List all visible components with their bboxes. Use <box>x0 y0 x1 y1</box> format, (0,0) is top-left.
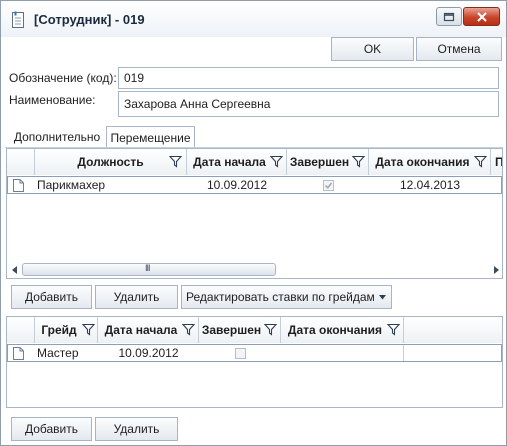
delete-position-button[interactable]: Удалить <box>95 285 178 309</box>
column-grade[interactable]: Грейд <box>35 317 98 343</box>
tab-movement[interactable]: Перемещение <box>106 126 195 148</box>
cell-position[interactable]: Парикмахер <box>37 176 185 194</box>
filter-icon[interactable] <box>352 155 365 168</box>
window-title: [Сотрудник] - 019 <box>34 12 145 27</box>
code-input[interactable]: 019 <box>118 67 499 89</box>
edit-rates-label: Редактировать ставки по грейдам <box>186 290 375 304</box>
horizontal-scrollbar[interactable]: III <box>7 261 502 278</box>
grades-grid: Грейд Дата начала Завершен Дата окончани… <box>6 316 503 408</box>
title-bar: [Сотрудник] - 019 <box>1 1 506 37</box>
cell-end-date[interactable]: 12.04.2013 <box>369 176 491 194</box>
column-grade-start-date-label: Дата начала <box>104 323 178 337</box>
column-extra[interactable]: П <box>491 149 502 175</box>
column-grade-end-date-label: Дата окончания <box>287 323 383 337</box>
row-indicator-header <box>7 149 35 175</box>
close-icon <box>476 11 487 22</box>
column-grade-completed-label: Завершен <box>201 323 262 337</box>
cell-grade-start-date[interactable]: 10.09.2012 <box>98 344 199 362</box>
cell-start-date[interactable]: 10.09.2012 <box>187 176 287 194</box>
restore-button[interactable] <box>436 7 462 26</box>
filter-icon[interactable] <box>82 323 95 336</box>
filter-icon[interactable] <box>387 323 400 336</box>
grades-header-filler <box>404 317 502 343</box>
row-document-icon <box>13 179 24 192</box>
filter-icon[interactable] <box>474 155 487 168</box>
column-grade-label: Грейд <box>41 323 77 337</box>
row-document-icon <box>13 347 24 360</box>
tab-additional[interactable]: Дополнительно <box>9 126 105 148</box>
cell-grade-completed[interactable] <box>199 344 281 362</box>
add-position-button[interactable]: Добавить <box>11 285 92 309</box>
name-input[interactable]: Захарова Анна Сергеевна <box>118 91 499 117</box>
column-end-date[interactable]: Дата окончания <box>369 149 491 175</box>
positions-grid: Должность Дата начала Завершен Дата окон… <box>6 148 503 279</box>
column-position[interactable]: Должность <box>35 149 187 175</box>
close-button[interactable] <box>463 7 500 26</box>
document-icon <box>12 11 24 28</box>
cell-grade[interactable]: Мастер <box>37 344 97 362</box>
column-position-label: Должность <box>77 155 144 169</box>
name-label: Наименование: <box>9 93 96 107</box>
chevron-down-icon <box>379 295 386 300</box>
column-grade-end-date[interactable]: Дата окончания <box>281 317 404 343</box>
column-divider <box>403 345 404 361</box>
edit-rates-dropdown[interactable]: Редактировать ставки по грейдам <box>181 285 392 309</box>
add-grade-button[interactable]: Добавить <box>11 417 92 441</box>
cancel-button[interactable]: Отмена <box>416 37 502 61</box>
column-extra-label: П <box>495 155 502 169</box>
filter-icon[interactable] <box>270 155 283 168</box>
scrollbar-thumb[interactable]: III <box>22 263 276 276</box>
column-completed[interactable]: Завершен <box>287 149 369 175</box>
ok-button[interactable]: OK <box>331 37 414 61</box>
filter-icon[interactable] <box>169 155 182 168</box>
column-start-date[interactable]: Дата начала <box>187 149 287 175</box>
employee-window: [Сотрудник] - 019 OK Отмена Обозначение … <box>0 0 507 446</box>
cell-completed[interactable] <box>287 176 369 194</box>
delete-grade-button[interactable]: Удалить <box>95 417 178 441</box>
code-label: Обозначение (код): <box>9 71 117 85</box>
filter-icon[interactable] <box>264 323 277 336</box>
column-grade-completed[interactable]: Завершен <box>199 317 281 343</box>
cell-grade-end-date[interactable] <box>281 344 404 362</box>
scroll-left-icon[interactable] <box>12 266 18 274</box>
column-end-date-label: Дата окончания <box>375 155 470 169</box>
filter-icon[interactable] <box>182 323 195 336</box>
column-grade-start-date[interactable]: Дата начала <box>98 317 199 343</box>
completed-checkbox[interactable] <box>322 179 334 191</box>
restore-icon <box>443 12 455 21</box>
grade-completed-checkbox[interactable] <box>234 347 246 359</box>
check-icon <box>324 182 332 189</box>
column-completed-label: Завершен <box>289 155 350 169</box>
scroll-right-icon[interactable] <box>493 266 499 274</box>
scrollbar-grip: III <box>145 263 150 273</box>
row-indicator-header <box>7 317 35 343</box>
column-start-date-label: Дата начала <box>193 155 266 169</box>
